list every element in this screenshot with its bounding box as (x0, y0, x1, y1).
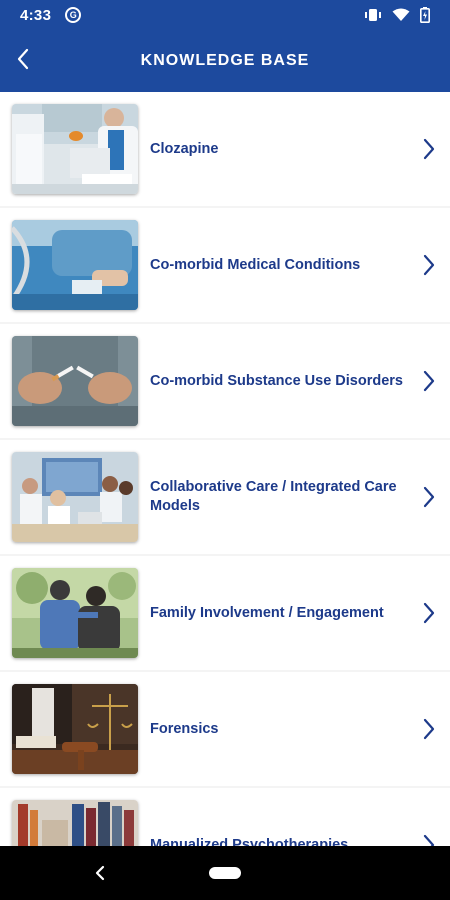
chevron-right-icon (418, 833, 440, 846)
list-item-clozapine[interactable]: Clozapine (0, 92, 450, 206)
breaking-cigarette-photo (12, 336, 138, 426)
nav-back-icon[interactable] (90, 864, 110, 882)
list-item-label: Co-morbid Substance Use Disorders (150, 372, 403, 389)
chevron-right-icon (418, 485, 440, 509)
list-item-comorbid-substance[interactable]: Co-morbid Substance Use Disorders (0, 324, 450, 438)
status-time: 4:33 (20, 6, 52, 24)
chevron-left-icon (16, 48, 30, 75)
clinic-consultation-photo (12, 104, 138, 194)
chevron-right-icon (418, 601, 440, 625)
list-item-manualized-psychotherapies[interactable]: Manualized Psychotherapies (0, 788, 450, 846)
list-item-label: Manualized Psychotherapies (150, 836, 349, 847)
chevron-right-icon (418, 717, 440, 741)
back-button[interactable] (8, 45, 38, 77)
chevron-right-icon (418, 369, 440, 393)
list-item-collaborative-care[interactable]: Collaborative Care / Integrated Care Mod… (0, 440, 450, 554)
status-bar: 4:33 G (0, 0, 450, 30)
list-item-label: Collaborative Care / Integrated Care Mod… (150, 479, 397, 514)
list-item-label: Forensics (150, 720, 219, 737)
family-support-photo (12, 568, 138, 658)
list-item-label: Co-morbid Medical Conditions (150, 256, 361, 273)
list-item-forensics[interactable]: Forensics (0, 672, 450, 786)
app-notification-icon: G (65, 7, 82, 23)
home-pill-icon[interactable] (209, 867, 241, 879)
page-title: KNOWLEDGE BASE (140, 52, 310, 69)
status-icons (364, 7, 430, 23)
hospital-bed-patient-photo (12, 220, 138, 310)
wifi-icon (392, 8, 410, 22)
chevron-right-icon (418, 253, 440, 277)
list-item-label: Clozapine (150, 140, 219, 157)
gavel-scales-photo (12, 684, 138, 774)
battery-icon (420, 7, 430, 23)
list-item-label: Family Involvement / Engagement (150, 604, 384, 621)
medical-team-meeting-photo (12, 452, 138, 542)
list-item-family-involvement[interactable]: Family Involvement / Engagement (0, 556, 450, 670)
chevron-right-icon (418, 137, 440, 161)
vibrate-icon (364, 8, 382, 22)
system-nav-bar (0, 846, 450, 900)
app-header: KNOWLEDGE BASE (0, 30, 450, 92)
list-item-comorbid-medical[interactable]: Co-morbid Medical Conditions (0, 208, 450, 322)
knowledge-base-list[interactable]: Clozapine Co-morbid Medical Conditions C… (0, 92, 450, 846)
bookshelf-photo (12, 800, 138, 846)
